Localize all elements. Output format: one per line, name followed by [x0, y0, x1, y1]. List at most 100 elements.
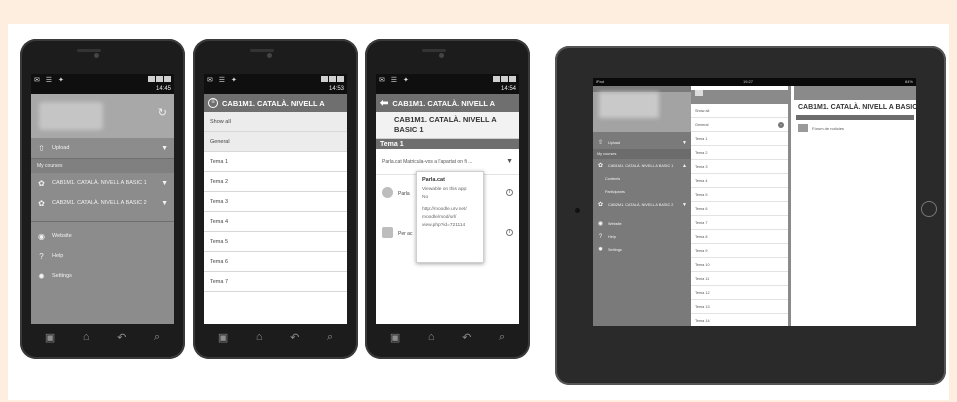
section-item-general[interactable]: General	[204, 132, 347, 152]
chevron-down-icon[interactable]: ▼	[161, 145, 168, 152]
section-item[interactable]: Tema 2	[204, 172, 347, 192]
menu-item-website[interactable]: ◉ Website	[593, 217, 691, 230]
course-icon: ✿	[38, 198, 45, 208]
menu-key-icon[interactable]: ▣	[218, 331, 228, 344]
chevron-down-icon[interactable]: ▼	[161, 200, 168, 207]
menu-key-icon[interactable]: ▣	[390, 331, 400, 344]
notification-icons: ✉ ☰ ✦	[34, 77, 66, 84]
back-arrow-icon[interactable]: ⬅	[380, 98, 388, 109]
section-item[interactable]: Tema 7	[691, 216, 788, 230]
menu-item-upload[interactable]: ⇧ Upload ▼	[31, 138, 174, 158]
phone-speaker	[250, 49, 274, 52]
notification-icons: ✉ ☰ ✦	[207, 77, 239, 84]
globe-icon: ◉	[38, 231, 45, 241]
chevron-up-icon[interactable]: ▲	[682, 163, 687, 169]
phone-camera	[267, 53, 272, 58]
section-item[interactable]: Tema 8	[691, 230, 788, 244]
menu-item-upload[interactable]: ⇧ Upload ▼	[593, 136, 691, 149]
search-icon[interactable]: ⌕	[499, 331, 505, 344]
section-item[interactable]: Tema 1	[691, 132, 788, 146]
info-icon[interactable]: i	[506, 189, 513, 196]
tablet-status-bar: iPad 19:27 84%	[593, 78, 916, 86]
section-item[interactable]: Tema 12	[691, 286, 788, 300]
chevron-down-icon[interactable]: ▼	[506, 149, 513, 175]
menu-item-course-2[interactable]: ✿ CAB2M1. CATALÀ. NIVELL A BASIC 2 ▼	[593, 198, 691, 211]
home-icon[interactable]: ⌂	[256, 331, 263, 343]
chevron-down-icon[interactable]: ▼	[161, 180, 168, 187]
menu-icon[interactable]	[695, 90, 703, 96]
tablet-home-button[interactable]	[921, 201, 937, 217]
menu-item-help[interactable]: ? Help	[31, 246, 174, 266]
chevron-down-icon[interactable]: ▼	[682, 202, 687, 208]
section-item[interactable]: Tema 4	[204, 212, 347, 232]
popup-url-line[interactable]: view.php?id=721114	[422, 222, 478, 230]
menu-icon[interactable]: ≡	[208, 98, 218, 108]
back-icon[interactable]: ↶	[117, 331, 126, 344]
back-icon[interactable]: ↶	[462, 331, 471, 344]
section-item[interactable]: Tema 1	[204, 152, 347, 172]
menu-item-participants[interactable]: Participants	[593, 185, 691, 198]
menu-item-course-1[interactable]: ✿ CAB1M1. CATALÀ. NIVELL A BASIC 1 ▲	[593, 159, 691, 172]
back-icon[interactable]: ↶	[290, 331, 299, 344]
section-item[interactable]: Tema 7	[204, 272, 347, 292]
upload-icon: ⇧	[38, 143, 45, 153]
status-time: 19:27	[743, 79, 754, 84]
chevron-down-icon[interactable]: ▼	[682, 140, 687, 146]
tablet-course-content: CAB1M1. CATALÀ. NIVELL A BASIC 1 Fòrum d…	[794, 86, 916, 326]
menu-item-course-1[interactable]: ✿ CAB1M1. CATALÀ. NIVELL A BASIC 1 ▼	[31, 173, 174, 193]
section-item[interactable]: Tema 9	[691, 244, 788, 258]
menu-key-icon[interactable]: ▣	[45, 331, 55, 344]
sections-toolbar	[691, 90, 788, 104]
tablet-device: iPad 19:27 84% ⇧ Upload ▼ My courses ✿ C…	[555, 46, 946, 385]
section-item[interactable]: Tema 13	[691, 300, 788, 314]
refresh-icon[interactable]: ↻	[158, 106, 167, 119]
home-icon[interactable]: ⌂	[428, 331, 435, 343]
user-profile-header[interactable]: ↻	[31, 94, 174, 138]
my-courses-label: My courses	[31, 159, 174, 173]
phone-camera	[439, 53, 444, 58]
menu-item-contents[interactable]: Contents	[593, 172, 691, 185]
menu-item-settings[interactable]: ✹ Settings	[593, 243, 691, 256]
forum-label: Fòrum de notícies	[812, 125, 845, 131]
forum-icon	[798, 124, 808, 132]
menu-item-label: CAB1M1. CATALÀ. NIVELL A BASIC 1	[52, 180, 147, 186]
status-bar: ✉ ☰ ✦ 14:45	[31, 74, 174, 94]
home-icon[interactable]: ⌂	[83, 331, 90, 343]
popup-url-line[interactable]: moodle/mod/url/	[422, 214, 478, 222]
section-item-general[interactable]: General ›	[691, 118, 788, 132]
menu-item-website[interactable]: ◉ Website	[31, 226, 174, 246]
popup-url-line[interactable]: http://moodle.urv.net/	[422, 206, 478, 214]
gear-icon: ✹	[597, 247, 604, 253]
section-item[interactable]: Tema 3	[204, 192, 347, 212]
section-item[interactable]: Tema 10	[691, 258, 788, 272]
section-item[interactable]: Tema 2	[691, 146, 788, 160]
section-item[interactable]: Tema 6	[204, 252, 347, 272]
phone-screen: ✉ ☰ ✦ 14:54 ⬅ CAB1M1. CATALÀ. NIVELL A C…	[376, 74, 519, 324]
section-item[interactable]: Tema 6	[691, 202, 788, 216]
info-icon[interactable]: i	[506, 229, 513, 236]
activity-label: Per ac	[398, 231, 413, 237]
figure-canvas: ✉ ☰ ✦ 14:45 ↻ ⇧ Upload ▼ My courses ✿ CA…	[8, 24, 949, 400]
android-nav-bar: ▣ ⌂ ↶ ⌕	[376, 325, 519, 349]
status-time: 14:54	[500, 86, 516, 92]
section-item[interactable]: Tema 5	[204, 232, 347, 252]
user-profile-header[interactable]	[593, 92, 691, 132]
section-item[interactable]: Tema 11	[691, 272, 788, 286]
chevron-right-icon[interactable]: ›	[778, 122, 784, 128]
menu-item-course-2[interactable]: ✿ CAB2M1. CATALÀ. NIVELL A BASIC 2 ▼	[31, 193, 174, 213]
section-item-show-all[interactable]: Show all	[204, 112, 347, 132]
menu-item-settings[interactable]: ✹ Settings	[31, 266, 174, 286]
phone-speaker	[422, 49, 446, 52]
section-item[interactable]: Tema 5	[691, 188, 788, 202]
section-item-show-all[interactable]: Show all	[691, 104, 788, 118]
section-item[interactable]: Tema 4	[691, 174, 788, 188]
popup-title: Parla.cat	[422, 177, 445, 183]
section-item[interactable]: Tema 3	[691, 160, 788, 174]
menu-item-help[interactable]: ? Help	[593, 230, 691, 243]
search-icon[interactable]: ⌕	[154, 331, 160, 344]
course-icon: ✿	[597, 202, 604, 208]
resource-icon	[382, 227, 393, 238]
forum-item[interactable]: Fòrum de notícies	[794, 120, 916, 136]
search-icon[interactable]: ⌕	[327, 331, 333, 344]
section-item[interactable]: Tema 14	[691, 314, 788, 326]
